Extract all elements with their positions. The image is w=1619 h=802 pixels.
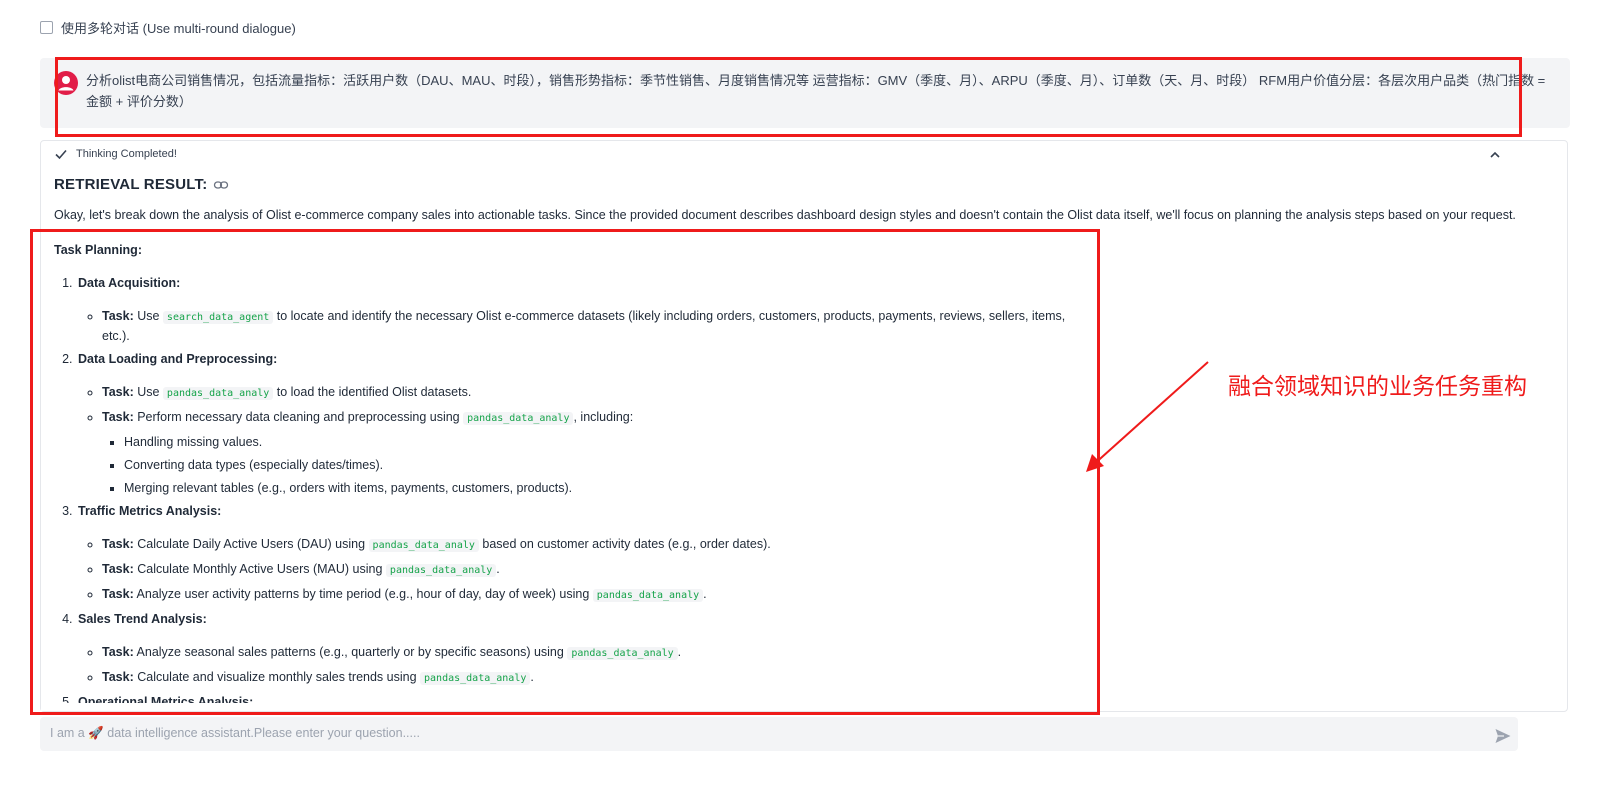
subtask-list: Handling missing values. Converting data … (102, 433, 1094, 497)
task-list: Task: Use pandas_data_analy to load the … (78, 383, 1094, 497)
plan-step-title: Sales Trend Analysis: (78, 612, 207, 626)
task-text: , including: (573, 410, 634, 424)
subtask-item: Merging relevant tables (e.g., orders wi… (124, 479, 1094, 497)
retrieval-result-heading: RETRIEVAL RESULT: (54, 176, 229, 193)
tool-name-code: pandas_data_analy (385, 564, 497, 577)
tool-name-code: pandas_data_analy (162, 387, 274, 400)
multi-round-checkbox[interactable] (40, 21, 53, 34)
scroll-edge (41, 703, 1561, 711)
plan-step-title: Data Acquisition: (78, 276, 181, 290)
task-text: Perform necessary data cleaning and prep… (137, 410, 464, 424)
task-list: Task: Analyze seasonal sales patterns (e… (78, 643, 1094, 688)
task-text: to load the identified Olist datasets. (273, 385, 472, 399)
plan-step: Sales Trend Analysis: Task: Analyze seaso… (76, 610, 1094, 688)
tool-name-code: pandas_data_analy (368, 539, 479, 552)
task-label: Task: (102, 537, 134, 551)
multi-round-toggle[interactable]: 使用多轮对话 (Use multi-round dialogue) (40, 18, 296, 37)
task-list: Task: Use search_data_agent to locate an… (78, 307, 1094, 345)
task-label: Task: (102, 587, 134, 601)
task-text: Calculate Daily Active Users (DAU) using (137, 537, 369, 551)
question-input-placeholder: I am a 🚀 data intelligence assistant.Ple… (50, 726, 420, 740)
task-item: Task: Analyze user activity patterns by … (102, 585, 1094, 605)
task-label: Task: (102, 309, 134, 323)
plan-step: Data Loading and Preprocessing: Task: Use… (76, 350, 1094, 497)
task-text: Analyze user activity patterns by time p… (136, 587, 593, 601)
task-text: . (677, 645, 682, 659)
task-label: Task: (102, 385, 134, 399)
task-item: Task: Use pandas_data_analy to load the … (102, 383, 1094, 403)
plan-step-title: Data Loading and Preprocessing: (78, 352, 278, 366)
task-list: Task: Calculate Daily Active Users (DAU)… (78, 535, 1094, 605)
user-message-text: 分析olist电商公司销售情况，包括流量指标：活跃用户数（DAU、MAU、时段）… (86, 73, 1546, 109)
intro-paragraph: Okay, let's break down the analysis of O… (54, 208, 1516, 222)
task-text: Use (137, 385, 163, 399)
task-item: Task: Perform necessary data cleaning an… (102, 408, 1094, 497)
task-text: based on customer activity dates (e.g., … (478, 537, 771, 551)
tool-name-code: pandas_data_analy (463, 412, 574, 425)
annotation-arrow-icon (1086, 361, 1209, 472)
step-list: Data Acquisition: Task: Use search_data_a… (54, 274, 1094, 746)
check-icon (55, 149, 67, 160)
task-text: Calculate and visualize monthly sales tr… (137, 670, 421, 684)
task-text: Analyze seasonal sales patterns (e.g., q… (136, 645, 568, 659)
plan-step-title: Traffic Metrics Analysis: (78, 504, 222, 518)
task-text: . (496, 562, 500, 576)
thinking-status-label: Thinking Completed! (76, 148, 177, 160)
thinking-status[interactable]: Thinking Completed! (54, 147, 177, 161)
task-label: Task: (102, 410, 134, 424)
link-icon[interactable] (213, 177, 229, 193)
task-item: Task: Analyze seasonal sales patterns (e… (102, 643, 1094, 663)
task-text: Use (137, 309, 163, 323)
task-label: Task: (102, 645, 134, 659)
annotation-label: 融合领域知识的业务任务重构 (1228, 374, 1527, 400)
multi-round-label: 使用多轮对话 (Use multi-round dialogue) (61, 21, 296, 36)
subtask-item: Handling missing values. (124, 433, 1094, 451)
send-icon[interactable] (1494, 727, 1512, 745)
retrieval-result-title: RETRIEVAL RESULT: (54, 176, 208, 193)
tool-name-code: search_data_agent (162, 311, 274, 324)
plan-step: Traffic Metrics Analysis: Task: Calculate… (76, 502, 1094, 605)
task-label: Task: (102, 562, 134, 576)
task-label: Task: (102, 670, 134, 684)
tool-name-code: pandas_data_analy (567, 647, 678, 660)
user-avatar-icon (54, 71, 78, 95)
tool-name-code: pandas_data_analy (420, 672, 531, 685)
subtask-item: Converting data types (especially dates/… (124, 456, 1094, 474)
task-item: Task: Calculate and visualize monthly sa… (102, 668, 1094, 688)
task-item: Task: Calculate Monthly Active Users (MA… (102, 560, 1094, 580)
task-item: Task: Use search_data_agent to locate an… (102, 307, 1094, 345)
task-plan: Task Planning: Data Acquisition: Task: Us… (54, 241, 1094, 751)
chevron-up-icon[interactable] (1488, 148, 1502, 162)
task-text: . (703, 587, 707, 601)
task-item: Task: Calculate Daily Active Users (DAU)… (102, 535, 1094, 555)
plan-step: Data Acquisition: Task: Use search_data_a… (76, 274, 1094, 345)
tool-name-code: pandas_data_analy (592, 589, 704, 602)
plan-heading: Task Planning: (54, 243, 142, 257)
task-text: . (530, 670, 534, 684)
task-text: Calculate Monthly Active Users (MAU) usi… (137, 562, 386, 576)
